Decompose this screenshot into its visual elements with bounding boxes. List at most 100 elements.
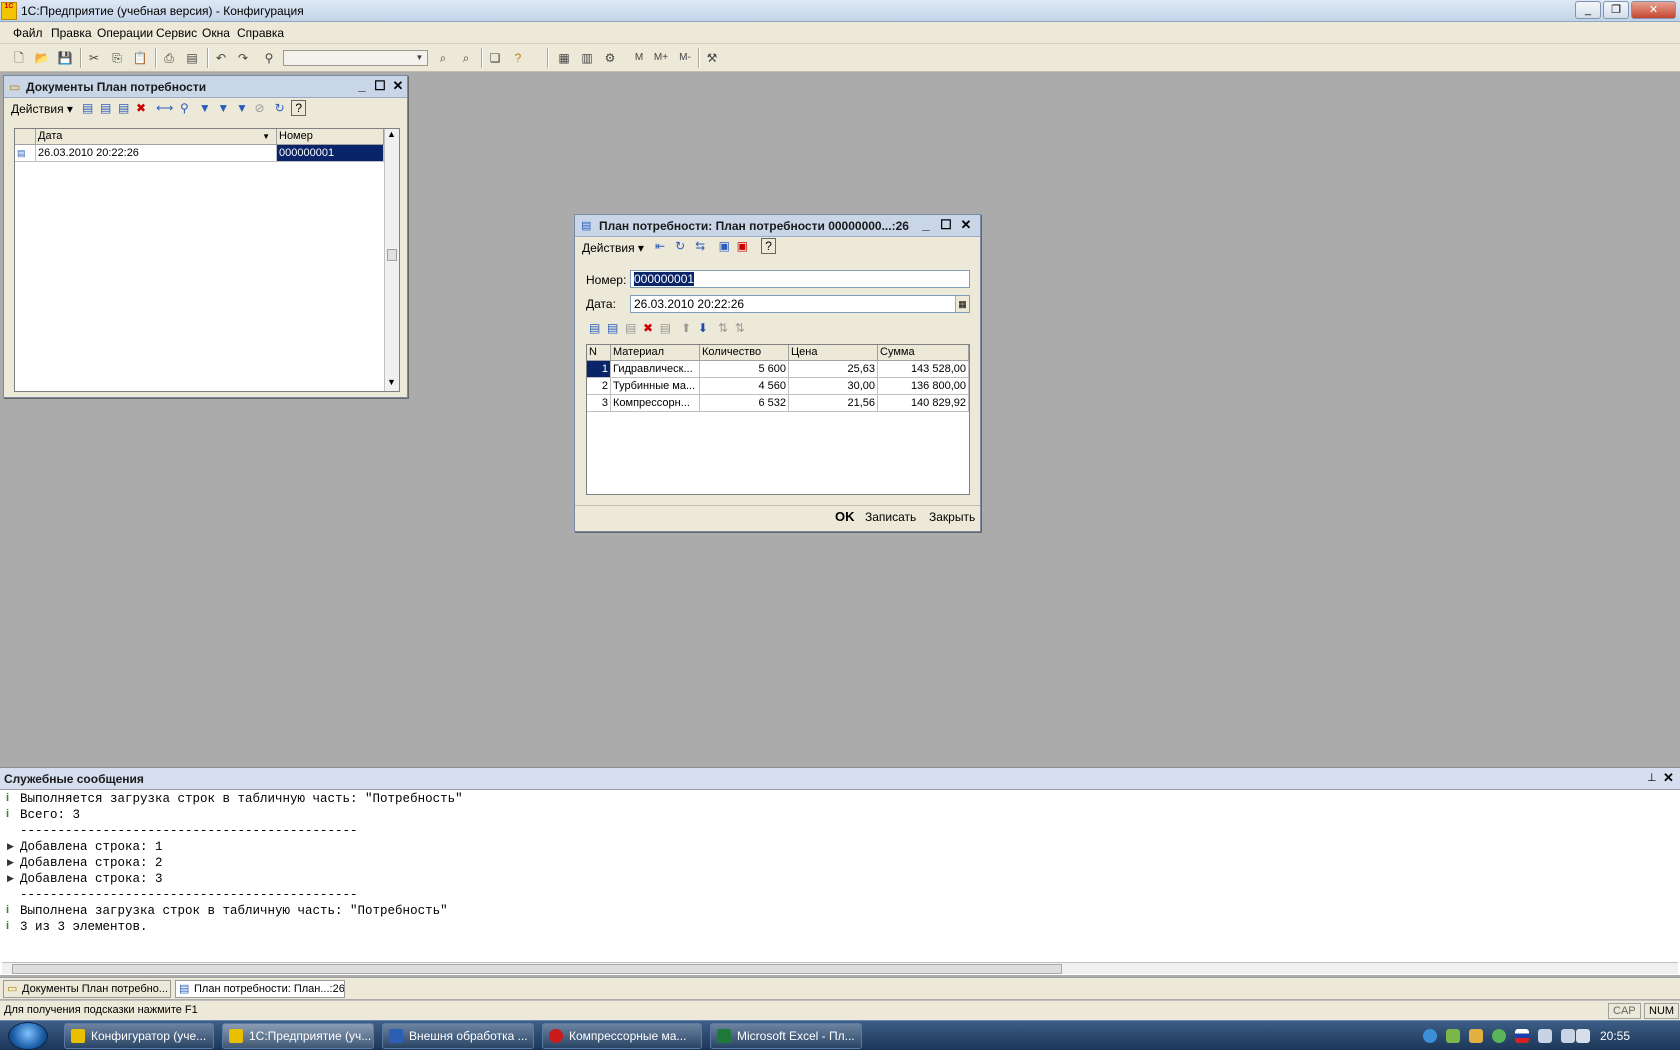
help-icon[interactable]: ? (291, 100, 306, 116)
tools-icon[interactable]: ⚙ (601, 49, 619, 67)
window-tab-document-form[interactable]: ▤ План потребности: План...:26 (175, 980, 345, 998)
end-edit-icon[interactable]: ▤ (660, 321, 671, 335)
sort-desc-icon[interactable]: ⇅ (735, 321, 745, 335)
table-cell-quantity[interactable]: 5 600 (700, 361, 789, 378)
scroll-down-icon[interactable]: ▼ (387, 377, 396, 387)
print-icon[interactable]: ⎙ (160, 49, 178, 67)
date-field[interactable]: 26.03.2010 20:22:26 ▦ (630, 295, 970, 313)
network-wired-icon[interactable] (1561, 1029, 1575, 1043)
restore-icon[interactable]: ❐ (1603, 1, 1629, 19)
redo-icon[interactable]: ↷ (234, 49, 252, 67)
copy-icon[interactable]: ⎘ (108, 49, 126, 67)
column-header-number[interactable]: Номер (277, 129, 384, 145)
help-1c-icon[interactable]: ? (509, 49, 527, 67)
scroll-thumb[interactable] (387, 249, 397, 261)
table-cell-price[interactable]: 21,56 (789, 395, 878, 412)
menu-help[interactable]: Справка (237, 26, 284, 40)
language-flag-icon[interactable] (1515, 1029, 1529, 1043)
find-icon[interactable]: ⚲ (260, 49, 278, 67)
copy-row-icon[interactable]: ▤ (607, 321, 618, 335)
column-header-date[interactable]: Дата ▼ (36, 129, 277, 145)
add-group-icon[interactable]: ▤ (100, 101, 111, 115)
save-button[interactable]: Записать (865, 510, 916, 524)
antivirus-icon[interactable] (1492, 1029, 1506, 1043)
taskbar-item-configurator[interactable]: Конфигуратор (уче... (64, 1023, 214, 1049)
scroll-up-icon[interactable]: ▲ (387, 129, 396, 139)
menu-operations[interactable]: Операции (97, 26, 153, 40)
menu-windows[interactable]: Окна (202, 26, 230, 40)
memory-m-icon[interactable]: M (630, 49, 648, 67)
move-down-icon[interactable]: ⬇ (698, 321, 708, 335)
delete-icon[interactable]: ✖ (136, 101, 146, 115)
table-cell-sum[interactable]: 140 829,92 (878, 395, 969, 412)
column-header-quantity[interactable]: Количество (700, 345, 789, 361)
maximize-icon[interactable]: ☐ (938, 217, 954, 233)
undo-icon[interactable]: ↶ (212, 49, 230, 67)
table-cell-n[interactable]: 1 (587, 361, 611, 378)
table-cell-quantity[interactable]: 4 560 (700, 378, 789, 395)
pin-icon[interactable]: ⊥ (1647, 771, 1657, 784)
list-cell-number[interactable]: 000000001 (277, 145, 384, 162)
column-header-material[interactable]: Материал (611, 345, 700, 361)
memory-plus-icon[interactable]: M+ (652, 49, 670, 67)
calendar-icon[interactable]: ▥ (578, 49, 596, 67)
hammer-icon[interactable]: ⚒ (703, 49, 721, 67)
memory-minus-icon[interactable]: M- (676, 49, 694, 67)
post-icon[interactable]: ▣ (719, 239, 730, 253)
find-icon[interactable]: ⚲ (180, 101, 189, 115)
table-cell-n[interactable]: 3 (587, 395, 611, 412)
minimize-icon[interactable]: _ (354, 78, 370, 94)
edit-row-icon[interactable]: ▤ (625, 321, 636, 335)
vertical-scrollbar[interactable]: ▲ ▼ (384, 129, 399, 391)
find-next-icon[interactable]: ⌕ (434, 49, 452, 67)
start-button[interactable] (8, 1022, 48, 1050)
scroll-thumb[interactable] (12, 964, 1062, 974)
maximize-icon[interactable]: ☐ (372, 78, 388, 94)
minimize-icon[interactable]: _ (918, 217, 934, 233)
column-header-n[interactable]: N (587, 345, 611, 361)
filter-history-icon[interactable]: ▼ (236, 101, 248, 115)
help-icon[interactable]: ? (761, 238, 776, 254)
actions-menu[interactable]: Действия ▾ (11, 102, 73, 116)
close-icon[interactable]: ✕ (390, 78, 406, 94)
table-cell-material[interactable]: Гидравлическ... (611, 361, 700, 378)
add-row-icon[interactable]: ▤ (589, 321, 600, 335)
table-cell-sum[interactable]: 143 528,00 (878, 361, 969, 378)
reread-icon[interactable]: ↻ (675, 239, 685, 253)
add-icon[interactable]: ▤ (82, 101, 93, 115)
table-cell-sum[interactable]: 136 800,00 (878, 378, 969, 395)
ok-button[interactable]: OK (835, 509, 855, 524)
list-cell-date[interactable]: 26.03.2010 20:22:26 (36, 145, 277, 162)
minimize-icon[interactable]: _ (1575, 1, 1601, 19)
folder-tray-icon[interactable] (1469, 1029, 1483, 1043)
window-tab-document-list[interactable]: ▭ Документы План потребно... (3, 980, 171, 998)
search-combo[interactable]: ▼ (283, 50, 428, 66)
taskbar-item-opera[interactable]: Компрессорные ма... (542, 1023, 702, 1049)
paste-icon[interactable]: 📋 (131, 49, 149, 67)
column-header-price[interactable]: Цена (789, 345, 878, 361)
clear-filter-icon[interactable]: ⊘ (255, 101, 265, 115)
taskbar-item-excel[interactable]: Microsoft Excel - Пл... (710, 1023, 862, 1049)
close-button[interactable]: Закрыть (929, 510, 975, 524)
table-cell-quantity[interactable]: 6 532 (700, 395, 789, 412)
move-up-icon[interactable]: ⬆ (681, 321, 691, 335)
preview-icon[interactable]: ▤ (183, 49, 201, 67)
menu-service[interactable]: Сервис (156, 26, 197, 40)
go-to-icon[interactable]: ⇤ (655, 239, 665, 253)
network-icon[interactable] (1423, 1029, 1437, 1043)
horizontal-scrollbar[interactable] (2, 962, 1678, 974)
number-field[interactable]: 000000001 (630, 270, 970, 288)
power-icon[interactable] (1538, 1029, 1552, 1043)
interval-icon[interactable]: ⟷ (156, 101, 173, 115)
close-icon[interactable]: ✕ (1631, 1, 1676, 19)
calculator-icon[interactable]: ▦ (555, 49, 573, 67)
filter-icon[interactable]: ▼ (199, 101, 211, 115)
refresh-icon[interactable]: ↻ (275, 101, 285, 115)
windows-icon[interactable]: ❏ (486, 49, 504, 67)
find-prev-icon[interactable]: ⌕ (457, 49, 475, 67)
sort-asc-icon[interactable]: ⇅ (718, 321, 728, 335)
cut-icon[interactable]: ✂ (85, 49, 103, 67)
filter-value-icon[interactable]: ▼ (217, 101, 229, 115)
taskbar-item-processing[interactable]: Внешня обработка ... (382, 1023, 534, 1049)
calendar-icon[interactable]: ▦ (955, 296, 969, 312)
